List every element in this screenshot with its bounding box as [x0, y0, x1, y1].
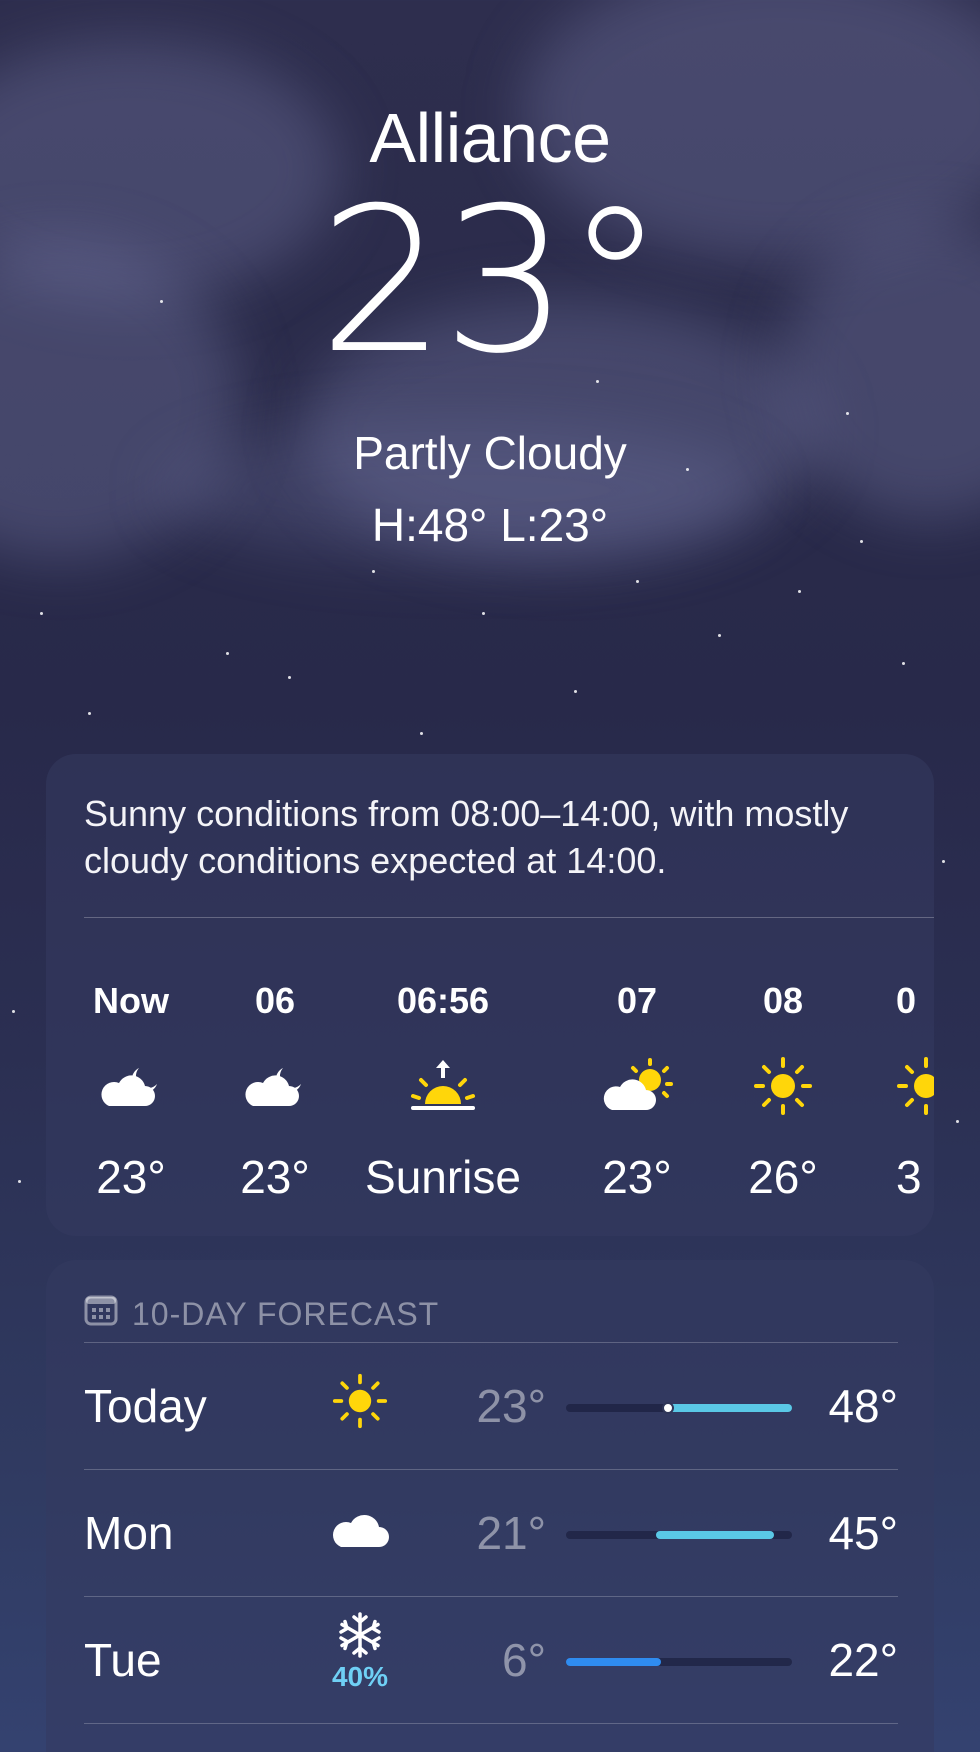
hour-item: 06:56 Sunrise	[358, 980, 528, 1204]
condition-text: Partly Cloudy	[353, 427, 627, 479]
calendar-icon	[84, 1294, 118, 1334]
hour-item: 07 23°	[582, 980, 692, 1204]
forecast-day: Today	[84, 1380, 207, 1432]
forecast-header: 10-DAY FORECAST	[84, 1292, 439, 1336]
hour-label: 07	[616, 980, 658, 1021]
sun-icon	[320, 1371, 400, 1431]
sun-icon	[728, 1046, 838, 1126]
hour-label: Now	[93, 980, 169, 1021]
precipitation-chance: 40%	[331, 1661, 389, 1692]
sun-cloud-icon	[582, 1046, 692, 1126]
current-temp-dot	[661, 1402, 674, 1414]
hour-label: 06	[254, 980, 296, 1021]
hour-item: 0 3	[896, 980, 934, 1204]
forecast-row-tue[interactable]: Tue 40% 6° 22°	[84, 1597, 898, 1723]
hour-temp: 23°	[240, 1151, 310, 1203]
divider	[84, 1723, 898, 1724]
range-fill	[656, 1531, 774, 1539]
forecast-high: 22°	[828, 1634, 898, 1686]
temperature-range-bar	[566, 1402, 792, 1414]
sunrise-icon	[358, 1046, 528, 1126]
forecast-row-today[interactable]: Today 23° 48°	[84, 1343, 898, 1469]
high-low-text: H:48° L:23°	[371, 499, 609, 551]
forecast-low: 21°	[476, 1507, 546, 1559]
forecast-day: Mon	[84, 1507, 174, 1559]
snowflake-icon: 40%	[320, 1607, 400, 1697]
hour-temp: 23°	[602, 1151, 672, 1203]
hour-temp: 23°	[96, 1151, 166, 1203]
forecast-high: 48°	[828, 1380, 898, 1432]
cloud-icon	[320, 1498, 400, 1558]
hour-item: 08 26°	[728, 980, 838, 1204]
hour-temp: 26°	[748, 1151, 818, 1203]
hour-item: 06 23°	[220, 980, 330, 1204]
forecast-high: 45°	[828, 1507, 898, 1559]
hour-temp: 3	[896, 1151, 922, 1203]
forecast-row-mon[interactable]: Mon 21° 45°	[84, 1470, 898, 1596]
hour-label: 08	[762, 980, 804, 1021]
hour-label: 0	[896, 980, 917, 1021]
current-temperature: 23°	[318, 165, 666, 398]
hourly-forecast-card[interactable]: Sunny conditions from 08:00–14:00, with …	[46, 754, 934, 1236]
forecast-low: 23°	[476, 1380, 546, 1432]
forecast-summary: Sunny conditions from 08:00–14:00, with …	[84, 793, 849, 881]
temperature-range-bar	[566, 1531, 792, 1539]
forecast-low: 6°	[502, 1634, 546, 1686]
range-fill	[667, 1404, 792, 1412]
hour-item: Now 23°	[76, 980, 186, 1204]
sun-icon	[896, 1046, 934, 1126]
forecast-day: Tue	[84, 1634, 162, 1686]
range-fill	[566, 1658, 661, 1666]
hour-label: 06:56	[396, 980, 490, 1021]
temperature-range-bar	[566, 1658, 792, 1666]
ten-day-forecast-card[interactable]: 10-DAY FORECAST Today 23° 48° Mon 21° 45…	[46, 1260, 934, 1752]
moon-cloud-icon	[76, 1046, 186, 1126]
hour-temp: Sunrise	[365, 1151, 521, 1203]
moon-cloud-icon	[220, 1046, 330, 1126]
divider	[84, 917, 934, 918]
forecast-title: 10-DAY FORECAST	[132, 1295, 440, 1332]
